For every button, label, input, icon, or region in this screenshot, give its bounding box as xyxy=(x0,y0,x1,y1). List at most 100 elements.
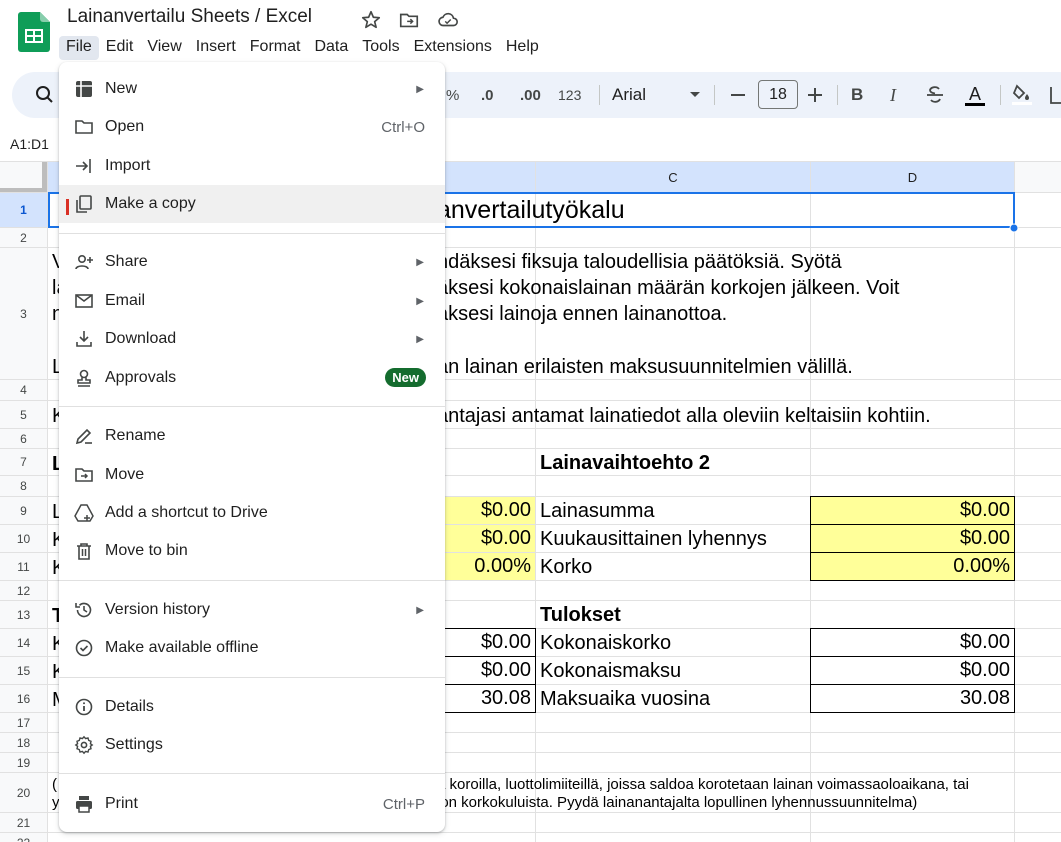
file-menu-share[interactable]: Share ▶ xyxy=(59,243,445,281)
document-title[interactable]: Lainanvertailu Sheets / Excel xyxy=(67,6,312,28)
column-header-c[interactable]: C xyxy=(536,162,810,192)
increase-decimals-button[interactable]: .00 xyxy=(520,72,541,118)
file-menu-download[interactable]: Download ▶ xyxy=(59,320,445,358)
result2-total-cell[interactable]: $0.00 xyxy=(810,656,1015,685)
description-line[interactable]: an lainan erilaisten maksusuunnitelmien … xyxy=(437,356,853,379)
option2-amount-label[interactable]: Lainasumma xyxy=(540,500,655,523)
menu-tools[interactable]: Tools xyxy=(355,36,406,60)
option2-heading[interactable]: Lainavaihtoehto 2 xyxy=(540,452,710,475)
name-box[interactable]: A1:D1 xyxy=(10,136,49,152)
description-line[interactable]: ndäksesi fiksuja taloudellisia päätöksiä… xyxy=(437,251,842,274)
menu-data[interactable]: Data xyxy=(307,36,355,60)
row-header[interactable]: 3 xyxy=(0,248,47,379)
borders-icon[interactable] xyxy=(1048,72,1061,118)
option1-amount-input[interactable]: $0.00 xyxy=(437,497,535,524)
result2-years-cell[interactable]: 30.08 xyxy=(810,684,1015,713)
option2-rate-input[interactable]: 0.00% xyxy=(810,552,1015,581)
row-header[interactable]: 16 xyxy=(0,685,47,712)
description-line[interactable]: aksesi lainoja ennen lainanottoa. xyxy=(437,303,727,326)
file-menu-settings[interactable]: Settings xyxy=(59,726,445,764)
row-header[interactable]: 1 xyxy=(0,193,47,227)
file-menu-new[interactable]: New ▶ xyxy=(59,70,445,108)
file-menu-offline[interactable]: Make available offline xyxy=(59,629,445,667)
result2-interest-cell[interactable]: $0.00 xyxy=(810,628,1015,657)
format-percent-button[interactable]: % xyxy=(446,72,459,118)
option1-monthly-input[interactable]: $0.00 xyxy=(437,525,535,552)
option2-monthly-label[interactable]: Kuukausittainen lyhennys xyxy=(540,528,767,551)
footnote-line[interactable]: ä koroilla, luottolimiiteillä, joissa sa… xyxy=(437,776,969,793)
font-family-select[interactable]: Arial xyxy=(612,72,646,118)
file-menu-add-shortcut[interactable]: Add a shortcut to Drive xyxy=(59,494,445,532)
row-header[interactable]: 19 xyxy=(0,753,47,772)
result2-years-label[interactable]: Maksuaika vuosina xyxy=(540,688,710,711)
file-menu-import[interactable]: Import xyxy=(59,147,445,185)
font-size-input[interactable]: 18 xyxy=(758,80,798,109)
row-header[interactable]: 12 xyxy=(0,581,47,600)
file-menu-make-copy[interactable]: Make a copy xyxy=(59,185,445,223)
row-header[interactable]: 7 xyxy=(0,449,47,475)
star-icon[interactable] xyxy=(360,9,382,31)
file-menu-details[interactable]: Details xyxy=(59,688,445,726)
fill-color-icon[interactable] xyxy=(1011,72,1033,118)
search-menus-icon[interactable] xyxy=(34,72,56,118)
description-line[interactable]: äksesi kokonaislainan määrän korkojen jä… xyxy=(437,277,900,300)
file-menu-email[interactable]: Email ▶ xyxy=(59,282,445,320)
column-header-d[interactable]: D xyxy=(811,162,1014,192)
row-header[interactable]: 14 xyxy=(0,629,47,656)
row-header[interactable]: 9 xyxy=(0,497,47,524)
text-color-button[interactable]: A xyxy=(962,72,988,118)
menu-view[interactable]: View xyxy=(140,36,188,60)
bold-button[interactable]: B xyxy=(851,72,863,118)
decrease-decimals-button[interactable]: .0 xyxy=(481,72,494,118)
file-menu-open[interactable]: Open Ctrl+O xyxy=(59,108,445,146)
file-menu-approvals[interactable]: Approvals New xyxy=(59,359,445,397)
cloud-saved-icon[interactable] xyxy=(437,9,459,31)
result1-interest-cell[interactable]: $0.00 xyxy=(437,628,536,657)
row-header[interactable]: 15 xyxy=(0,657,47,684)
file-menu-version-history[interactable]: Version history ▶ xyxy=(59,591,445,629)
file-menu-move-to-bin[interactable]: Move to bin xyxy=(59,532,445,570)
menu-edit[interactable]: Edit xyxy=(99,36,141,60)
option2-amount-input[interactable]: $0.00 xyxy=(810,496,1015,525)
row-header[interactable]: 17 xyxy=(0,713,47,732)
footnote-line[interactable]: ion korkokuluista. Pyydä lainanantajalta… xyxy=(437,794,917,811)
option2-rate-label[interactable]: Korko xyxy=(540,556,592,579)
file-menu-rename[interactable]: Rename xyxy=(59,417,445,455)
option2-monthly-input[interactable]: $0.00 xyxy=(810,524,1015,553)
move-folder-icon[interactable] xyxy=(398,9,420,31)
row-header[interactable]: 11 xyxy=(0,553,47,580)
results2-heading[interactable]: Tulokset xyxy=(540,604,621,627)
row-header[interactable]: 18 xyxy=(0,733,47,752)
result1-years-cell[interactable]: 30.08 xyxy=(437,684,536,713)
increase-font-size-icon[interactable] xyxy=(807,72,823,118)
row-header[interactable]: 8 xyxy=(0,476,47,496)
menu-extensions[interactable]: Extensions xyxy=(407,36,499,60)
row-header[interactable]: 2 xyxy=(0,228,47,247)
result2-interest-label[interactable]: Kokonaiskorko xyxy=(540,632,671,655)
more-formats-button[interactable]: 123 xyxy=(558,72,581,118)
decrease-font-size-icon[interactable] xyxy=(730,72,746,118)
instruction-cell[interactable]: antajasi antamat lainatiedot alla olevii… xyxy=(437,405,931,428)
file-menu-print[interactable]: Print Ctrl+P xyxy=(59,785,445,823)
row-header[interactable]: 20 xyxy=(0,773,47,812)
result2-total-label[interactable]: Kokonaismaksu xyxy=(540,660,681,683)
option1-rate-input[interactable]: 0.00% xyxy=(437,553,535,580)
italic-button[interactable]: I xyxy=(890,72,896,118)
menu-file[interactable]: File xyxy=(59,36,99,60)
row-header[interactable]: 5 xyxy=(0,401,47,428)
menu-insert[interactable]: Insert xyxy=(189,36,243,60)
result1-total-cell[interactable]: $0.00 xyxy=(437,656,536,685)
menu-format[interactable]: Format xyxy=(243,36,308,60)
sheets-logo-icon[interactable] xyxy=(18,12,50,52)
menu-help[interactable]: Help xyxy=(499,36,546,60)
row-header[interactable]: 4 xyxy=(0,380,47,400)
row-header[interactable]: 21 xyxy=(0,813,47,832)
chevron-down-icon[interactable] xyxy=(689,72,701,118)
row-header[interactable]: 6 xyxy=(0,429,47,448)
row-header[interactable]: 10 xyxy=(0,525,47,552)
strikethrough-icon[interactable] xyxy=(924,72,946,118)
row-header[interactable]: 22 xyxy=(0,833,47,842)
row-header[interactable]: 13 xyxy=(0,601,47,628)
file-menu-move[interactable]: Move xyxy=(59,456,445,494)
sheet-title-cell[interactable]: anvertailutyökalu xyxy=(437,196,625,225)
